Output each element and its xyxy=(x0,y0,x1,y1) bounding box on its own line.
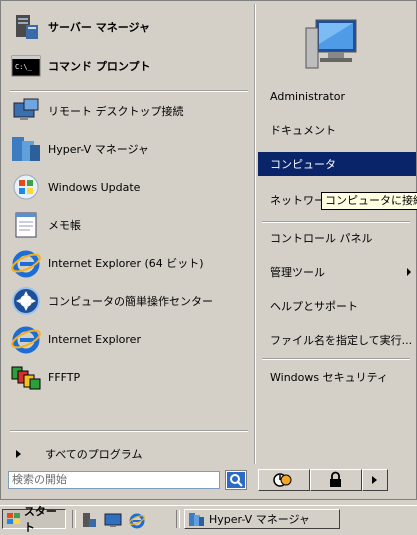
separator xyxy=(10,430,248,432)
places-item-control-panel[interactable]: コントロール パネル xyxy=(265,226,415,250)
menu-item-label: Internet Explorer (64 ビット) xyxy=(48,257,204,270)
quick-launch-ie-icon[interactable] xyxy=(128,511,146,532)
search-button[interactable] xyxy=(225,470,247,490)
places-item-label: ファイル名を指定して実行... xyxy=(270,334,413,347)
separator xyxy=(262,221,410,223)
toolbar-grip[interactable] xyxy=(72,510,76,528)
quick-launch-server-icon[interactable] xyxy=(80,511,98,532)
computer-monitor-icon xyxy=(305,19,357,69)
places-pane: Administrator ドキュメント コンピュータ ネットワーク コントロー… xyxy=(255,4,416,464)
places-item-label: コンピュータ xyxy=(270,158,336,171)
shutdown-options-button[interactable] xyxy=(362,469,388,491)
menu-item-remote-desktop[interactable]: リモート デスクトップ接続 xyxy=(10,94,248,128)
menu-item-server-manager[interactable]: サーバー マネージャ xyxy=(10,10,248,44)
places-item-computer[interactable]: コンピュータ xyxy=(258,152,416,176)
taskbar-button-label: Hyper-V マネージャ xyxy=(209,513,310,526)
power-icon xyxy=(273,473,292,487)
taskbar-button-hyper-v[interactable]: Hyper-V マネージャ xyxy=(184,509,340,529)
places-item-admin-tools[interactable]: 管理ツール xyxy=(265,260,415,284)
internet-explorer-icon xyxy=(10,247,42,279)
places-item-windows-security[interactable]: Windows セキュリティ xyxy=(265,365,415,389)
menu-item-notepad[interactable]: メモ帳 xyxy=(10,208,248,242)
separator xyxy=(262,358,410,360)
ffftp-icon xyxy=(10,361,42,393)
menu-bottom-bar: 検索の開始 xyxy=(4,467,415,495)
start-label: スタート xyxy=(23,505,57,534)
places-item-label: ドキュメント xyxy=(270,124,336,137)
power-button[interactable] xyxy=(258,469,310,491)
all-programs-label: すべてのプログラム xyxy=(45,448,143,461)
internet-explorer-icon xyxy=(10,323,42,355)
places-item-label: ヘルプとサポート xyxy=(270,300,358,313)
search-input[interactable]: 検索の開始 xyxy=(8,471,220,489)
lock-button[interactable] xyxy=(310,469,362,491)
expand-arrow-icon xyxy=(16,450,21,458)
menu-item-ie[interactable]: Internet Explorer xyxy=(10,322,248,356)
all-programs-button[interactable]: すべてのプログラム xyxy=(12,444,242,464)
command-prompt-icon: C:\_ xyxy=(10,50,42,82)
toolbar-grip[interactable] xyxy=(176,510,180,528)
places-item-label: Windows セキュリティ xyxy=(270,371,388,384)
menu-item-label: Windows Update xyxy=(48,180,141,194)
menu-item-label: メモ帳 xyxy=(48,219,81,232)
places-item-label: 管理ツール xyxy=(270,266,325,279)
tooltip: コンピュータに接続し xyxy=(321,192,417,210)
lock-icon xyxy=(330,471,341,487)
separator xyxy=(10,90,248,92)
menu-item-command-prompt[interactable]: C:\_ コマンド プロンプト xyxy=(10,49,248,83)
menu-item-ffftp[interactable]: FFFTP xyxy=(10,360,248,394)
hyper-v-icon xyxy=(10,133,42,165)
notepad-icon xyxy=(10,209,42,241)
quick-launch-desktop-icon[interactable] xyxy=(104,511,122,532)
menu-item-hyper-v[interactable]: Hyper-V マネージャ xyxy=(10,132,248,166)
menu-item-windows-update[interactable]: Windows Update xyxy=(10,170,248,204)
chevron-right-icon xyxy=(372,476,377,484)
menu-item-ease-of-access[interactable]: コンピュータの簡単操作センター xyxy=(10,284,248,318)
submenu-arrow-icon xyxy=(407,268,411,276)
hyper-v-icon xyxy=(189,513,204,526)
menu-item-label: サーバー マネージャ xyxy=(48,21,150,34)
windows-update-icon xyxy=(10,171,42,203)
menu-item-label: コマンド プロンプト xyxy=(48,60,151,73)
svg-text:C:\_: C:\_ xyxy=(15,63,33,71)
start-button[interactable]: スタート xyxy=(2,505,66,534)
windows-logo-icon xyxy=(7,513,20,524)
programs-pane: サーバー マネージャ C:\_ コマンド プロンプト リモート デスクトップ接続… xyxy=(4,4,255,464)
menu-item-label: Hyper-V マネージャ xyxy=(48,143,149,156)
places-item-administrator[interactable]: Administrator xyxy=(265,84,415,108)
menu-item-label: リモート デスクトップ接続 xyxy=(48,105,184,118)
places-item-label: コントロール パネル xyxy=(270,232,373,245)
ease-of-access-icon xyxy=(10,285,42,317)
menu-item-label: Internet Explorer xyxy=(48,332,141,346)
user-picture xyxy=(302,16,366,74)
places-item-documents[interactable]: ドキュメント xyxy=(265,118,415,142)
search-icon xyxy=(227,472,245,488)
places-item-help[interactable]: ヘルプとサポート xyxy=(265,294,415,318)
menu-item-ie64[interactable]: Internet Explorer (64 ビット) xyxy=(10,246,248,280)
menu-item-label: FFFTP xyxy=(48,370,81,384)
server-manager-icon xyxy=(10,11,42,43)
menu-item-label: コンピュータの簡単操作センター xyxy=(48,295,213,308)
places-item-run[interactable]: ファイル名を指定して実行... xyxy=(265,328,415,352)
start-menu: サーバー マネージャ C:\_ コマンド プロンプト リモート デスクトップ接続… xyxy=(0,0,417,500)
taskbar: スタート Hyper-V マネージャ xyxy=(0,505,417,534)
places-item-label: Administrator xyxy=(270,89,345,103)
remote-desktop-icon xyxy=(10,95,42,127)
